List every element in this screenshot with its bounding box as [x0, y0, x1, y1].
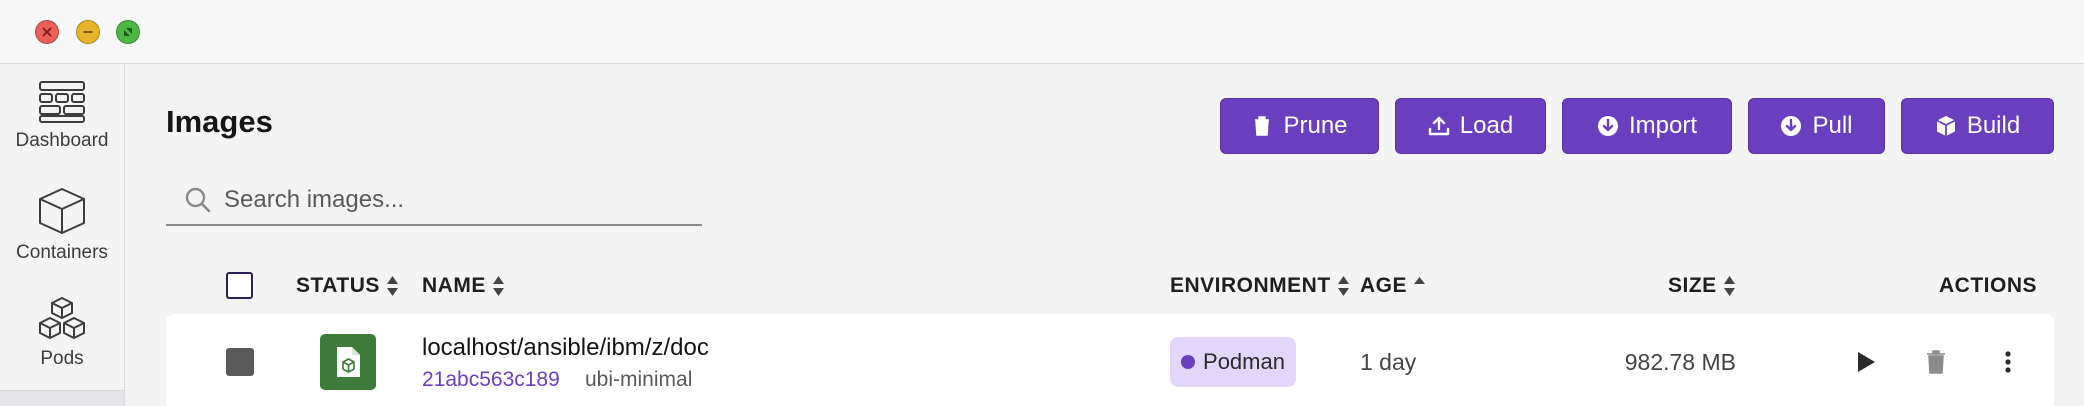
- sidebar-item-containers[interactable]: Containers: [0, 186, 124, 264]
- image-tag: ubi-minimal: [585, 368, 693, 391]
- pull-button[interactable]: Pull: [1748, 98, 1885, 154]
- column-header-label: ENVIRONMENT: [1170, 274, 1331, 297]
- sort-icon: [386, 276, 398, 296]
- search-input[interactable]: [224, 186, 684, 214]
- column-header-label: AGE: [1360, 274, 1408, 297]
- minimize-icon: [83, 31, 93, 33]
- image-file-icon: [337, 347, 360, 377]
- sidebar-item-label: Containers: [16, 242, 108, 263]
- sort-icon: [1337, 276, 1349, 296]
- cube-icon: [1936, 116, 1956, 136]
- build-button[interactable]: Build: [1901, 98, 2054, 154]
- pull-label: Pull: [1812, 112, 1853, 139]
- window-maximize-button[interactable]: [116, 20, 140, 44]
- sort-icon: [1723, 276, 1735, 296]
- column-header-size[interactable]: SIZE: [1668, 274, 1736, 298]
- import-button[interactable]: Import: [1562, 98, 1732, 154]
- search-icon: [185, 187, 211, 213]
- pods-icon: [39, 297, 85, 339]
- column-header-label: NAME: [422, 274, 486, 297]
- load-label: Load: [1459, 112, 1514, 139]
- window-close-button[interactable]: [35, 20, 59, 44]
- sidebar-item-images-selected[interactable]: [0, 390, 124, 406]
- download-circle-icon: [1781, 116, 1802, 136]
- column-header-status[interactable]: STATUS: [296, 274, 399, 298]
- select-all-checkbox[interactable]: [226, 272, 253, 299]
- column-header-environment[interactable]: ENVIRONMENT: [1170, 274, 1350, 298]
- column-header-label: SIZE: [1668, 274, 1717, 297]
- dashboard-icon: [39, 81, 85, 123]
- search-bar: [166, 176, 702, 226]
- column-header-label: ACTIONS: [1939, 274, 2037, 297]
- image-status-icon: [320, 334, 376, 390]
- upload-icon: [1428, 116, 1449, 136]
- page-title: Images: [166, 104, 273, 139]
- image-size: 982.78 MB: [1624, 349, 1736, 375]
- row-checkbox[interactable]: [226, 348, 254, 376]
- import-label: Import: [1628, 112, 1697, 139]
- sidebar: Dashboard Containers Pods: [0, 64, 125, 406]
- column-header-label: STATUS: [296, 274, 380, 297]
- podman-dot-icon: [1181, 355, 1196, 369]
- load-button[interactable]: Load: [1395, 98, 1546, 154]
- environment-badge: Podman: [1170, 337, 1296, 387]
- window-minimize-button[interactable]: [76, 20, 100, 44]
- sidebar-item-dashboard[interactable]: Dashboard: [0, 80, 124, 152]
- column-header-age[interactable]: AGE: [1360, 274, 1426, 298]
- image-age: 1 day: [1360, 349, 1417, 375]
- play-icon: [1858, 352, 1875, 372]
- more-actions-button[interactable]: [1992, 346, 2024, 378]
- close-icon: [42, 27, 52, 37]
- download-circle-icon: [1597, 116, 1618, 136]
- image-name[interactable]: localhost/ansible/ibm/z/doc: [422, 334, 709, 362]
- prune-button[interactable]: Prune: [1220, 98, 1379, 154]
- container-icon: [39, 188, 85, 234]
- sort-ascending-icon: [1414, 277, 1426, 284]
- build-label: Build: [1966, 112, 2021, 139]
- sort-icon: [492, 276, 504, 296]
- column-header-name[interactable]: NAME: [422, 274, 505, 298]
- sidebar-item-label: Pods: [40, 348, 84, 369]
- prune-label: Prune: [1283, 112, 1348, 139]
- delete-image-button[interactable]: [1920, 346, 1952, 378]
- sidebar-item-label: Dashboard: [15, 130, 109, 151]
- trash-icon: [1255, 116, 1270, 136]
- window-titlebar: [0, 0, 2084, 64]
- column-header-actions: ACTIONS: [1939, 274, 2037, 298]
- run-image-button[interactable]: [1850, 346, 1882, 378]
- sidebar-item-pods[interactable]: Pods: [0, 296, 124, 370]
- image-id[interactable]: 21abc563c189: [422, 368, 560, 392]
- kebab-menu-icon: [2005, 351, 2011, 373]
- fullscreen-icon: [124, 28, 132, 36]
- environment-label: Podman: [1203, 349, 1285, 374]
- trash-icon: [1927, 350, 1945, 374]
